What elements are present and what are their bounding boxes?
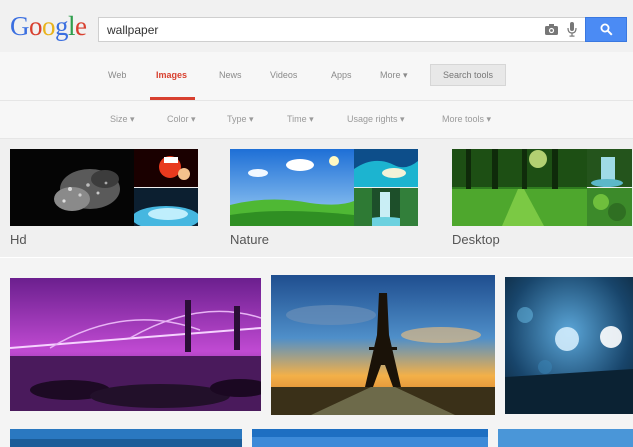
related-label: Nature [230,232,270,247]
result-thumbnail[interactable] [252,429,488,447]
search-icon [600,23,613,36]
tab-videos[interactable]: Videos [270,70,297,80]
logo-letter: o [29,11,43,41]
search-input[interactable] [107,22,527,38]
related-image [134,188,198,226]
image-results-grid [0,258,633,447]
related-image [230,149,354,226]
logo-letter: o [42,11,56,41]
search-tools-button[interactable]: Search tools [430,64,506,86]
active-tab-indicator [150,97,195,100]
result-thumbnail[interactable] [498,429,633,447]
tab-images[interactable]: Images [156,70,187,80]
related-image [354,149,418,187]
vertical-nav: Web Images News Videos Apps More ▾ Searc… [0,52,633,101]
filter-size[interactable]: Size ▾ [110,114,135,125]
related-image [10,149,134,226]
tab-web[interactable]: Web [108,70,126,80]
logo-letter: e [75,11,87,41]
related-image [354,188,418,226]
google-logo[interactable]: Google [10,11,87,41]
logo-letter: g [55,11,69,41]
tab-news[interactable]: News [219,70,242,80]
logo-letter: l [68,11,76,41]
related-image [587,149,632,187]
related-searches: Hd Nature Desktop [0,139,633,257]
tab-apps[interactable]: Apps [331,70,352,80]
related-label: Desktop [452,232,500,247]
filter-color[interactable]: Color ▾ [167,114,196,125]
tab-more[interactable]: More ▾ [380,70,408,81]
filter-usage-rights[interactable]: Usage rights ▾ [347,114,405,125]
camera-icon[interactable] [545,24,558,35]
logo-letter: G [10,11,30,41]
filter-time[interactable]: Time ▾ [287,114,314,125]
header-bar: Google [0,0,633,52]
result-thumbnail[interactable] [505,277,633,414]
filter-type[interactable]: Type ▾ [227,114,254,125]
related-image [587,188,632,226]
search-button[interactable] [585,17,627,42]
mic-icon[interactable] [567,22,577,37]
search-box[interactable] [98,17,586,42]
search-tools-bar: Size ▾ Color ▾ Type ▾ Time ▾ Usage right… [0,101,633,139]
result-thumbnail[interactable] [10,429,242,447]
filter-more-tools[interactable]: More tools ▾ [442,114,491,125]
related-image [134,149,198,187]
result-thumbnail[interactable] [10,278,261,411]
result-thumbnail[interactable] [271,275,495,415]
related-label: Hd [10,232,27,247]
related-image [452,149,587,226]
